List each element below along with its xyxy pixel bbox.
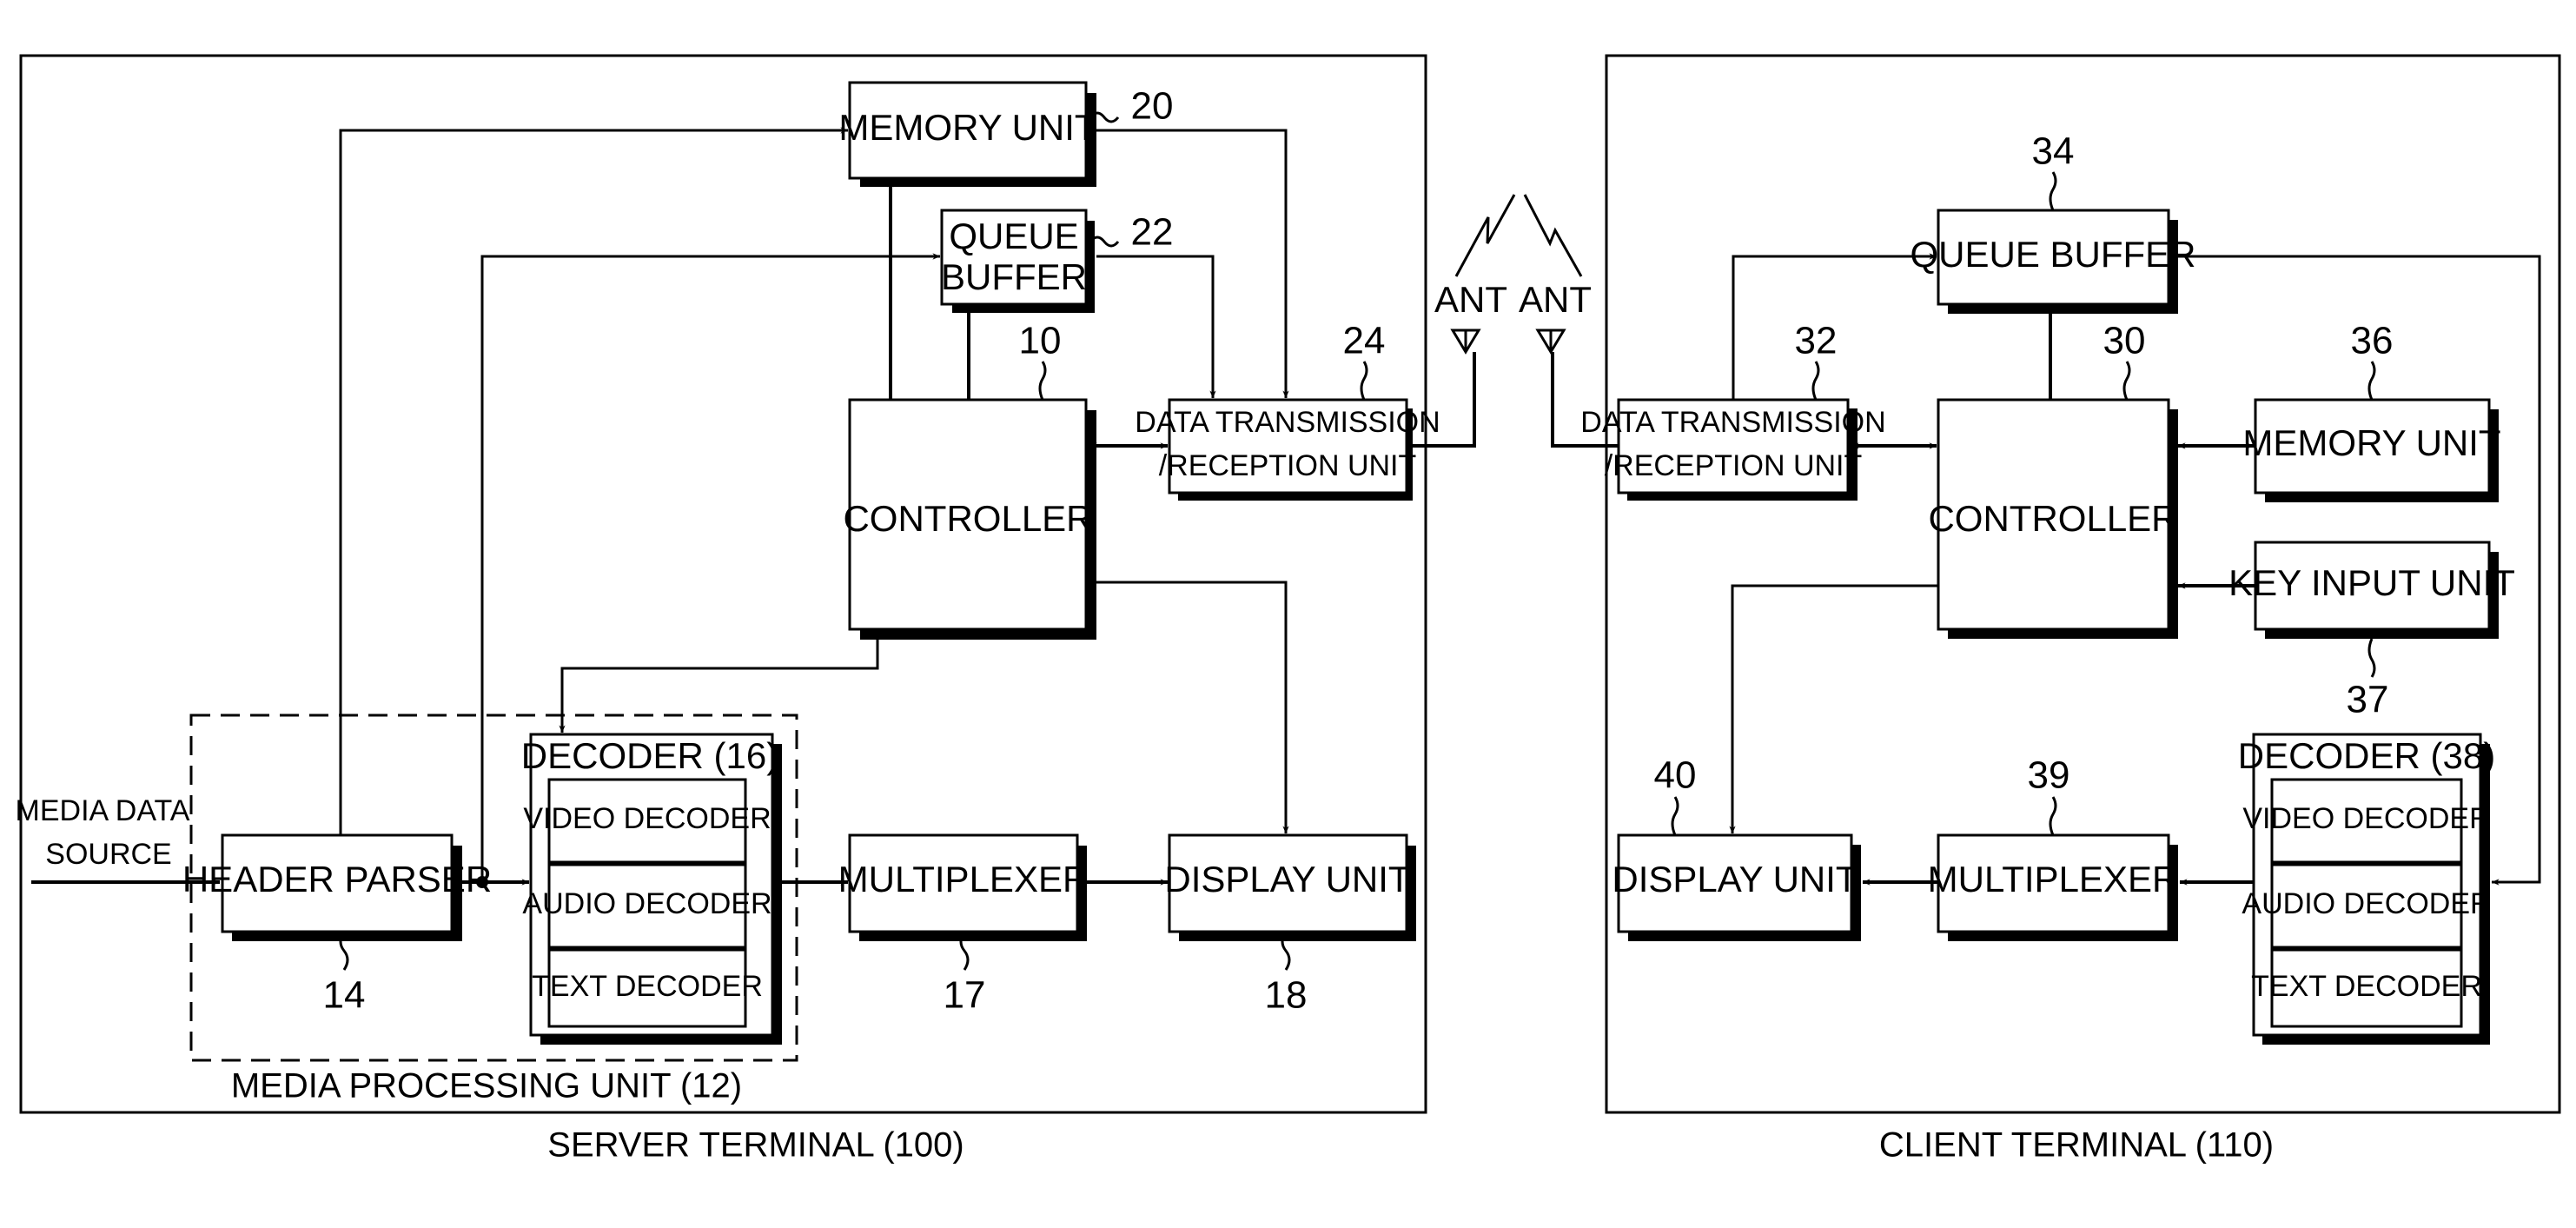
ref-32: 32 bbox=[1795, 320, 1838, 362]
ref-37: 37 bbox=[2347, 679, 2389, 721]
client-queue-buffer: QUEUE BUFFER 34 bbox=[1910, 130, 2196, 314]
server-memory-unit: MEMORY UNIT 20 bbox=[838, 81, 1174, 187]
server-multiplexer-label: MULTIPLEXER bbox=[838, 859, 1089, 899]
client-terminal-caption: CLIENT TERMINAL (110) bbox=[1879, 1126, 2274, 1165]
lightning-icon-left bbox=[1454, 194, 1516, 277]
server-terminal: SERVER TERMINAL (100) MEDIA DATA SOURCE … bbox=[16, 54, 1440, 1165]
server-video-decoder-label: VIDEO DECODER bbox=[523, 802, 771, 835]
ref-24: 24 bbox=[1343, 320, 1386, 362]
client-controller-label: CONTROLLER bbox=[1928, 498, 2177, 539]
ref-34: 34 bbox=[2032, 130, 2075, 173]
header-parser: HEADER PARSER 14 bbox=[182, 833, 492, 1017]
client-multiplexer-label: MULTIPLEXER bbox=[1928, 859, 2179, 899]
ref-36: 36 bbox=[2351, 320, 2394, 362]
ref-20: 20 bbox=[1131, 85, 1174, 128]
ref-40: 40 bbox=[1654, 754, 1697, 797]
media-data-source-label: MEDIA DATA bbox=[16, 794, 190, 827]
client-key-input-unit-label: KEY INPUT UNIT bbox=[2228, 562, 2515, 603]
client-video-decoder-label: VIDEO DECODER bbox=[2242, 802, 2490, 835]
client-display-unit-label: DISPLAY UNIT bbox=[1612, 859, 1858, 899]
client-memory-unit: MEMORY UNIT 36 bbox=[2242, 320, 2501, 502]
ref-14: 14 bbox=[323, 974, 366, 1017]
client-multiplexer: MULTIPLEXER 39 bbox=[1928, 754, 2179, 941]
ref-22: 22 bbox=[1131, 211, 1174, 254]
antenna-left-icon bbox=[1450, 329, 1481, 355]
client-display-unit: DISPLAY UNIT 40 bbox=[1612, 754, 1861, 941]
client-data-transceiver-label-2: /RECEPTION UNIT bbox=[1605, 449, 1863, 482]
antenna-right-icon bbox=[1535, 329, 1566, 355]
media-processing-unit-label: MEDIA PROCESSING UNIT (12) bbox=[231, 1067, 742, 1105]
client-decoder: DECODER (38) VIDEO DECODER AUDIO DECODER… bbox=[2238, 733, 2495, 1045]
client-text-decoder-label: TEXT DECODER bbox=[2251, 970, 2482, 1003]
server-queue-buffer: QUEUE BUFFER 22 bbox=[940, 209, 1174, 313]
server-terminal-caption: SERVER TERMINAL (100) bbox=[547, 1126, 964, 1165]
server-data-transceiver-label-1: DATA TRANSMISSION bbox=[1135, 406, 1440, 439]
block-diagram: SERVER TERMINAL (100) MEDIA DATA SOURCE … bbox=[16, 54, 2561, 1165]
server-controller-label: CONTROLLER bbox=[843, 498, 1092, 539]
server-display-unit: DISPLAY UNIT 18 bbox=[1164, 833, 1416, 1017]
client-controller: CONTROLLER 30 bbox=[1928, 320, 2178, 639]
media-data-source-label-line2: SOURCE bbox=[45, 838, 171, 871]
antenna-left-label: ANT bbox=[1434, 279, 1507, 320]
client-decoder-title: DECODER (38) bbox=[2238, 735, 2495, 776]
server-data-transceiver-label-2: /RECEPTION UNIT bbox=[1159, 449, 1417, 482]
ref-18: 18 bbox=[1265, 974, 1308, 1017]
ref-10: 10 bbox=[1019, 320, 1062, 362]
server-memory-unit-label: MEMORY UNIT bbox=[838, 107, 1096, 148]
ref-39: 39 bbox=[2028, 754, 2070, 797]
client-memory-unit-label: MEMORY UNIT bbox=[2242, 422, 2500, 463]
server-display-unit-label: DISPLAY UNIT bbox=[1164, 859, 1410, 899]
header-parser-label: HEADER PARSER bbox=[182, 859, 492, 899]
client-terminal: CLIENT TERMINAL (110) DATA TRANSMISSION … bbox=[1580, 54, 2561, 1165]
client-key-input-unit: KEY INPUT UNIT 37 bbox=[2228, 541, 2515, 721]
server-multiplexer: MULTIPLEXER 17 bbox=[838, 833, 1089, 1017]
ref-30: 30 bbox=[2103, 320, 2146, 362]
server-decoder: DECODER (16) VIDEO DECODER AUDIO DECODER… bbox=[521, 733, 782, 1045]
client-queue-buffer-label: QUEUE BUFFER bbox=[1910, 234, 2195, 275]
antenna-right-label: ANT bbox=[1519, 279, 1592, 320]
lightning-icon-right bbox=[1523, 194, 1583, 277]
client-data-transceiver-label-1: DATA TRANSMISSION bbox=[1580, 406, 1885, 439]
server-decoder-title: DECODER (16) bbox=[521, 735, 778, 776]
server-text-decoder-label: TEXT DECODER bbox=[532, 970, 763, 1003]
server-queue-buffer-label-2: BUFFER bbox=[941, 256, 1087, 297]
ref-17: 17 bbox=[944, 974, 986, 1017]
server-audio-decoder-label: AUDIO DECODER bbox=[522, 887, 771, 920]
client-audio-decoder-label: AUDIO DECODER bbox=[2242, 887, 2491, 920]
server-queue-buffer-label-1: QUEUE bbox=[949, 216, 1078, 256]
server-data-transceiver: DATA TRANSMISSION /RECEPTION UNIT 24 bbox=[1135, 320, 1440, 501]
